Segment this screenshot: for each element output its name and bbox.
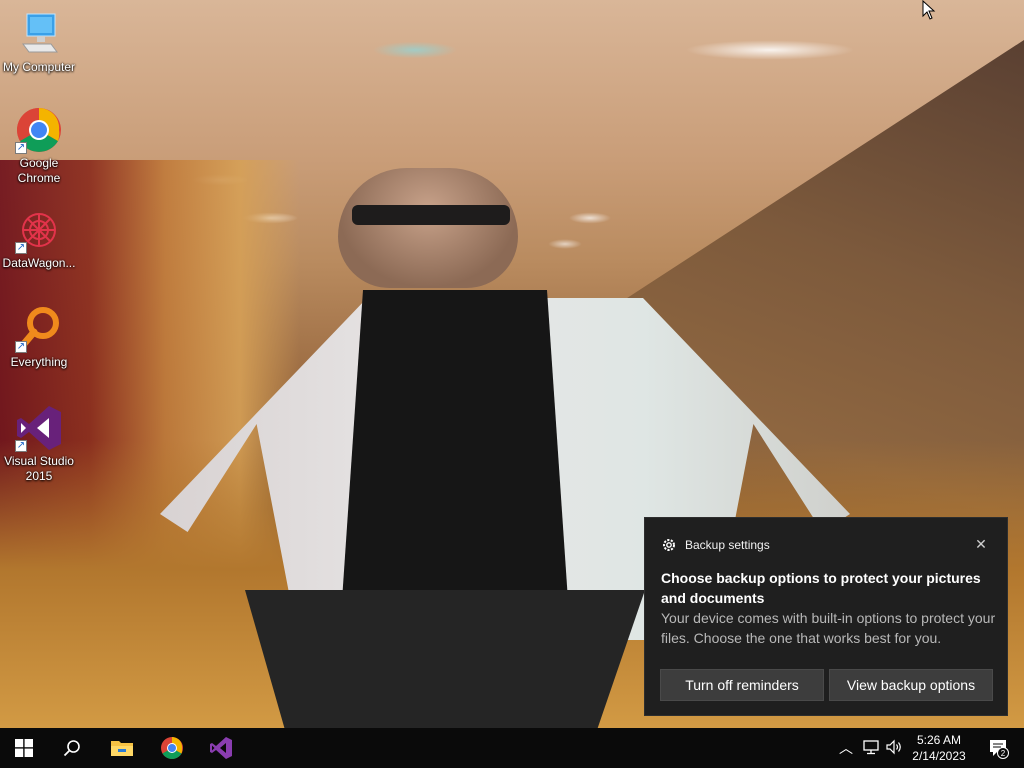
desktop-icon-label: Google Chrome bbox=[17, 156, 61, 185]
desktop-icon-datawagon[interactable]: ↗ DataWagon... bbox=[0, 206, 78, 271]
shortcut-arrow-icon: ↗ bbox=[15, 440, 27, 452]
visual-studio-icon bbox=[210, 737, 232, 759]
shortcut-arrow-icon: ↗ bbox=[15, 242, 27, 254]
desktop-icon-label: DataWagon... bbox=[2, 256, 76, 270]
backup-notification-toast: Backup settings ✕ Choose backup options … bbox=[644, 517, 1008, 716]
notification-icon: 2 bbox=[990, 740, 1009, 759]
turn-off-reminders-button[interactable]: Turn off reminders bbox=[660, 669, 824, 701]
taskbar: ︿ 5:26 AM 2/14/2023 2 bbox=[0, 728, 1024, 768]
search-magnifier-icon: ↗ bbox=[15, 305, 63, 353]
datawagon-icon: ↗ bbox=[15, 206, 63, 254]
desktop-icon-google-chrome[interactable]: ↗ Google Chrome bbox=[0, 106, 78, 186]
wallpaper-person-glasses bbox=[352, 205, 510, 225]
visual-studio-icon: ↗ bbox=[15, 404, 63, 452]
chrome-icon bbox=[161, 736, 183, 759]
mouse-cursor-icon bbox=[922, 0, 936, 20]
action-center-button[interactable]: 2 bbox=[978, 728, 1018, 768]
clock-time: 5:26 AM bbox=[916, 733, 962, 747]
windows-start-icon bbox=[15, 739, 33, 757]
toast-title: Choose backup options to protect your pi… bbox=[661, 570, 981, 606]
wallpaper-person-shirt bbox=[340, 290, 570, 630]
chevron-up-icon[interactable]: ︿ bbox=[836, 738, 856, 758]
notification-count-badge: 2 bbox=[1001, 749, 1006, 758]
desktop-icon-visual-studio[interactable]: ↗ Visual Studio 2015 bbox=[0, 404, 78, 484]
clock-date: 2/14/2023 bbox=[912, 749, 966, 763]
chrome-icon: ↗ bbox=[15, 106, 63, 154]
network-icon[interactable] bbox=[861, 738, 881, 758]
shortcut-arrow-icon: ↗ bbox=[15, 142, 27, 154]
taskbar-search-button[interactable] bbox=[48, 728, 96, 768]
taskbar-chrome[interactable] bbox=[148, 728, 196, 768]
desktop-icon-my-computer[interactable]: My Computer bbox=[0, 10, 78, 75]
toast-body: Your device comes with built-in options … bbox=[661, 610, 996, 646]
volume-icon[interactable] bbox=[884, 738, 904, 758]
gear-icon bbox=[663, 539, 675, 551]
taskbar-visual-studio[interactable] bbox=[197, 728, 245, 768]
search-icon bbox=[63, 740, 80, 757]
desktop-icon-label: Visual Studio 2015 bbox=[4, 454, 74, 483]
toast-header: Backup settings bbox=[661, 536, 770, 554]
desktop-icon-label: Everything bbox=[10, 355, 68, 369]
file-explorer-icon bbox=[111, 741, 133, 756]
wallpaper-person-head bbox=[338, 168, 518, 288]
start-button[interactable] bbox=[0, 728, 48, 768]
taskbar-clock[interactable]: 5:26 AM 2/14/2023 bbox=[905, 732, 973, 764]
toast-app-name: Backup settings bbox=[685, 538, 770, 552]
close-icon[interactable]: ✕ bbox=[973, 536, 989, 552]
taskbar-file-explorer[interactable] bbox=[98, 728, 146, 768]
desktop-icon-label: My Computer bbox=[2, 60, 76, 74]
desktop-icon-everything[interactable]: ↗ Everything bbox=[0, 305, 78, 370]
view-backup-options-button[interactable]: View backup options bbox=[829, 669, 993, 701]
computer-icon bbox=[15, 10, 63, 58]
wallpaper-person-legs bbox=[245, 590, 645, 728]
shortcut-arrow-icon: ↗ bbox=[15, 341, 27, 353]
